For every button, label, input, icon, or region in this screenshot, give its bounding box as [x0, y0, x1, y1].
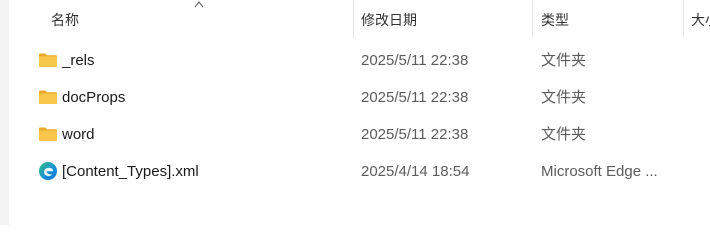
edge-icon	[39, 162, 57, 180]
column-header-modified[interactable]: 修改日期	[361, 11, 417, 29]
column-divider[interactable]	[683, 0, 684, 38]
file-modified: 2025/5/11 22:38	[361, 52, 469, 69]
file-type: 文件夹	[541, 89, 587, 106]
column-header-type[interactable]: 类型	[541, 11, 569, 29]
file-row-content-types[interactable]: [Content_Types].xml 2025/4/14 18:54 Micr…	[9, 153, 710, 190]
column-header-size[interactable]: 大小	[691, 11, 710, 29]
file-modified: 2025/5/11 22:38	[361, 126, 469, 143]
navigation-pane-edge	[0, 0, 9, 225]
file-name[interactable]: [Content_Types].xml	[62, 162, 199, 182]
column-header-row: 名称 修改日期 类型 大小	[9, 0, 710, 40]
file-type: 文件夹	[541, 126, 587, 143]
column-divider[interactable]	[353, 0, 354, 38]
folder-icon	[39, 127, 57, 141]
file-type: 文件夹	[541, 52, 587, 69]
file-list: 名称 修改日期 类型 大小 _rels 2025/5/11 22:38 文件夹 …	[9, 0, 710, 225]
folder-icon	[39, 90, 57, 104]
file-type: Microsoft Edge ...	[541, 163, 658, 180]
file-row-word[interactable]: word 2025/5/11 22:38 文件夹	[9, 116, 710, 153]
file-name[interactable]: _rels	[62, 51, 95, 71]
file-row-rels[interactable]: _rels 2025/5/11 22:38 文件夹	[9, 42, 710, 79]
file-row-docprops[interactable]: docProps 2025/5/11 22:38 文件夹	[9, 79, 710, 116]
column-divider[interactable]	[532, 0, 533, 38]
column-header-name[interactable]: 名称	[51, 11, 79, 29]
sort-ascending-icon[interactable]	[194, 0, 204, 8]
file-name[interactable]: word	[62, 125, 95, 145]
file-modified: 2025/5/11 22:38	[361, 89, 469, 106]
file-modified: 2025/4/14 18:54	[361, 163, 470, 180]
file-name[interactable]: docProps	[62, 88, 125, 108]
folder-icon	[39, 53, 57, 67]
